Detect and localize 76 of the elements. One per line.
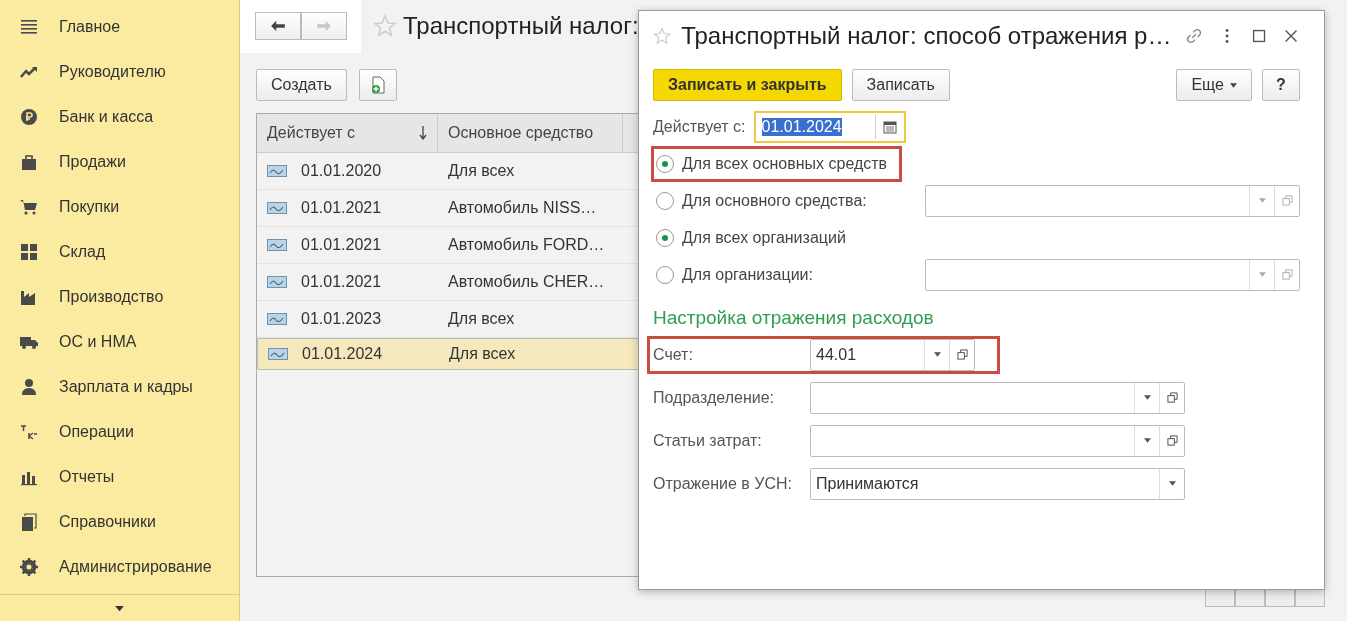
- table-cell: Для всех: [448, 162, 515, 180]
- record-icon: [268, 348, 288, 360]
- radio-button[interactable]: [656, 265, 674, 284]
- create-button[interactable]: Создать: [256, 69, 347, 101]
- select-field[interactable]: [810, 381, 1185, 414]
- section-icon: [19, 511, 39, 532]
- expand-icon[interactable]: [114, 604, 125, 612]
- section-icon: [19, 556, 39, 577]
- column-header[interactable]: Основное средство: [438, 114, 623, 152]
- sidebar-item[interactable]: Администрирование: [0, 544, 239, 589]
- record-icon: [267, 239, 287, 251]
- more-button[interactable]: Еще: [1176, 69, 1252, 101]
- section-icon: [19, 376, 39, 397]
- record-icon: [267, 276, 287, 288]
- back-arrow-icon: [269, 19, 287, 32]
- sidebar-item[interactable]: Производство: [0, 274, 239, 319]
- table-cell: Для всех: [448, 310, 515, 328]
- sidebar-item[interactable]: ОС и НМА: [0, 319, 239, 364]
- link-icon[interactable]: [1185, 26, 1204, 46]
- field-label: Статьи затрат:: [653, 431, 763, 450]
- caret-icon: [1230, 82, 1237, 88]
- sidebar-item[interactable]: Покупки: [0, 184, 239, 229]
- dropdown-icon[interactable]: [1143, 395, 1151, 400]
- table-cell: 01.01.2021: [301, 273, 382, 291]
- sidebar-item[interactable]: Зарплата и кадры: [0, 364, 239, 409]
- table-cell: Для всех: [449, 345, 516, 363]
- dialog-title: Транспортный налог: способ отражения р…: [681, 22, 1172, 50]
- table-cell: 01.01.2021: [301, 199, 382, 217]
- table-cell: Автомобиль FORD…: [448, 236, 605, 254]
- sidebar-item[interactable]: Отчеты: [0, 454, 239, 499]
- save-close-button[interactable]: Записать и закрыть: [653, 69, 842, 101]
- table-cell: 01.01.2021: [301, 236, 382, 254]
- open-icon[interactable]: [956, 349, 968, 360]
- dropdown-icon[interactable]: [933, 352, 941, 357]
- dropdown-icon[interactable]: [1168, 481, 1176, 486]
- back-button[interactable]: [255, 11, 301, 40]
- record-icon: [267, 202, 287, 214]
- select-field[interactable]: 44.01: [810, 338, 975, 371]
- sidebar-item[interactable]: Операции: [0, 409, 239, 454]
- radio-button[interactable]: [656, 191, 674, 210]
- table-cell: 01.01.2020: [301, 162, 382, 180]
- save-button[interactable]: Записать: [851, 69, 950, 101]
- sidebar-item[interactable]: Руководителю: [0, 49, 239, 94]
- sort-icon: [419, 126, 427, 140]
- table-cell: 01.01.2024: [302, 345, 383, 363]
- form-title: Транспортный налог:: [403, 12, 639, 40]
- star-icon[interactable]: [653, 26, 672, 46]
- table-cell: Автомобиль CHER…: [448, 273, 605, 291]
- sidebar-item[interactable]: Главное: [0, 4, 239, 49]
- open-icon[interactable]: [1166, 392, 1178, 403]
- radio-button[interactable]: [656, 154, 674, 173]
- forward-arrow-icon: [315, 19, 333, 32]
- section-icon: [19, 241, 39, 262]
- sidebar-item[interactable]: Банк и касса: [0, 94, 239, 139]
- field-label: Отражение в УСН:: [653, 474, 793, 493]
- star-icon[interactable]: [373, 14, 397, 38]
- table-cell: 01.01.2023: [301, 310, 382, 328]
- field-label: Счет:: [653, 345, 694, 364]
- sidebar-item[interactable]: Справочники: [0, 499, 239, 544]
- open-icon[interactable]: [1166, 435, 1178, 446]
- help-button[interactable]: ?: [1262, 69, 1300, 101]
- select-field[interactable]: Принимаются: [810, 467, 1185, 500]
- date-field[interactable]: 01.01.2024: [753, 111, 906, 143]
- copy-button[interactable]: [358, 69, 397, 101]
- section-icon: [19, 106, 39, 127]
- radio-button[interactable]: [656, 228, 674, 247]
- column-header[interactable]: Действует с: [257, 114, 438, 152]
- table-cell: Автомобиль NISS…: [448, 199, 597, 217]
- sidebar-item[interactable]: Склад: [0, 229, 239, 274]
- field-label: Подразделение:: [653, 388, 776, 407]
- select-field[interactable]: [810, 424, 1185, 457]
- field-label: Действует с:: [653, 118, 746, 136]
- record-icon: [267, 313, 287, 325]
- dropdown-icon[interactable]: [1143, 438, 1151, 443]
- record-icon: [267, 165, 287, 177]
- sidebar-item[interactable]: Продажи: [0, 139, 239, 184]
